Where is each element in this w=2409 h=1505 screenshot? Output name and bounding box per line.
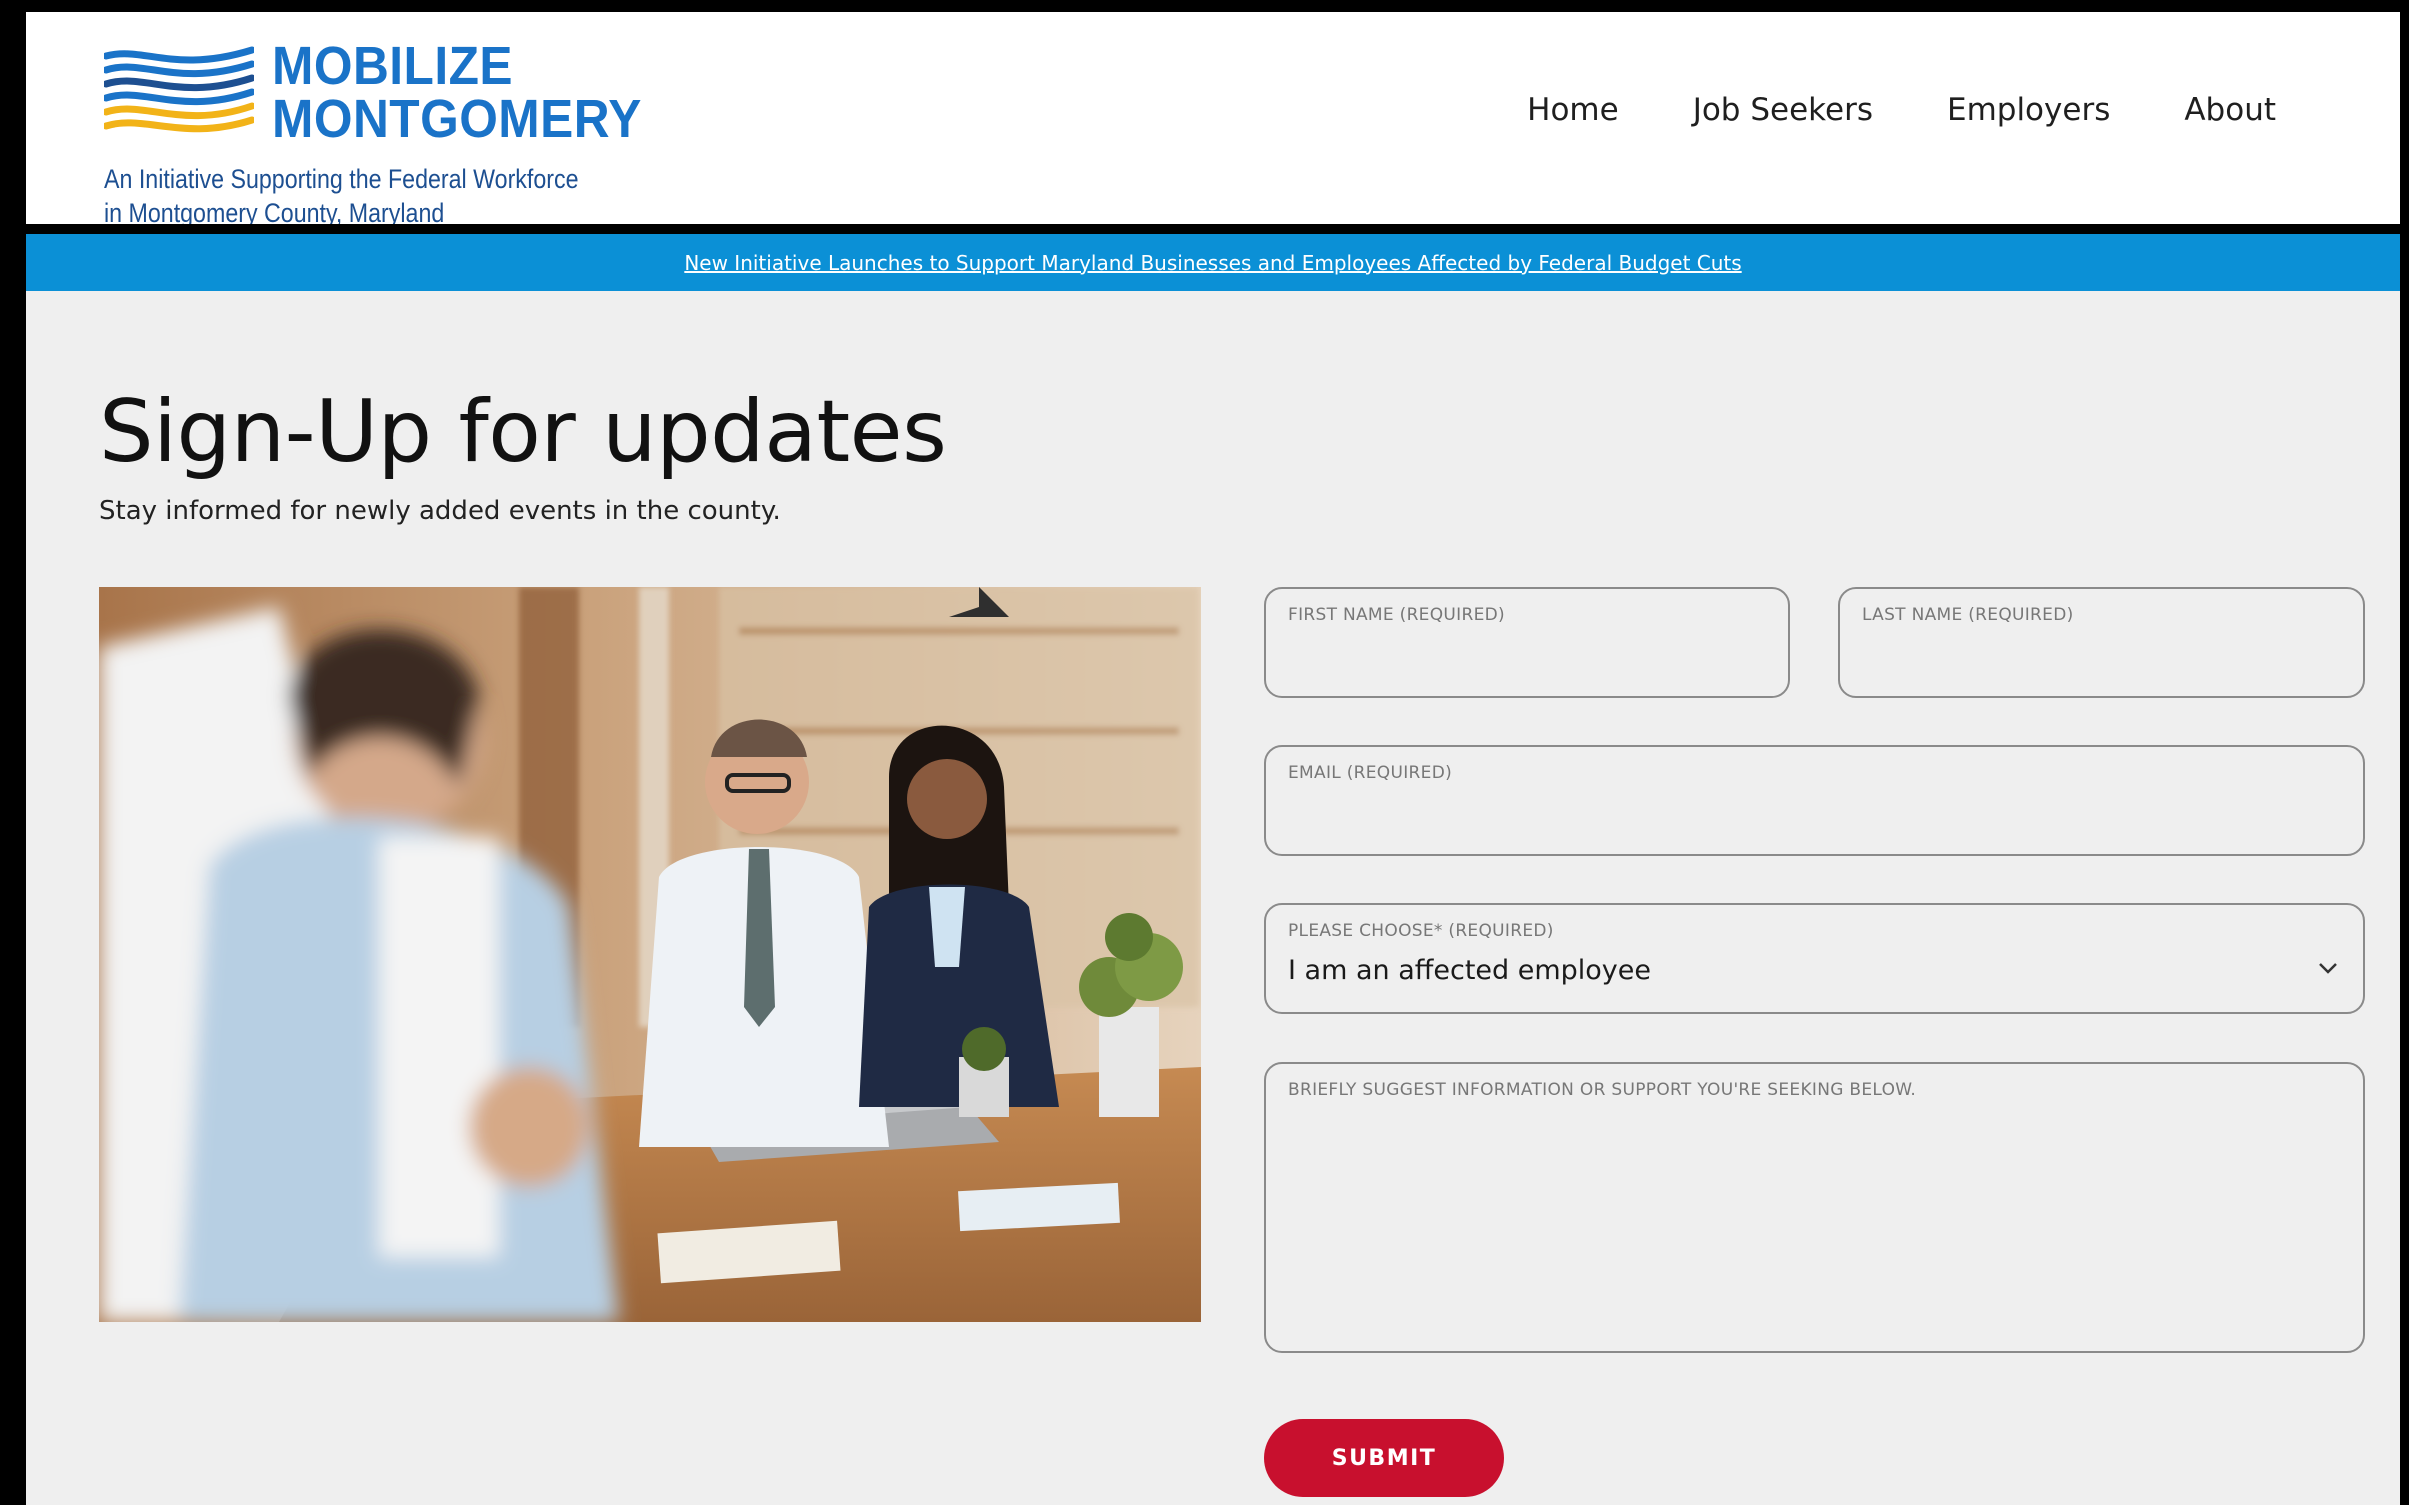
nav-item-job-seekers[interactable]: Job Seekers	[1693, 92, 1873, 128]
email-field[interactable]: EMAIL (REQUIRED)	[1264, 745, 2365, 856]
page-subtitle: Stay informed for newly added events in …	[99, 496, 781, 526]
first-name-field[interactable]: FIRST NAME (REQUIRED)	[1264, 587, 1790, 698]
first-name-label: FIRST NAME (REQUIRED)	[1288, 605, 1505, 625]
please-choose-select[interactable]: PLEASE CHOOSE* (REQUIRED) I am an affect…	[1264, 903, 2365, 1014]
announcement-link[interactable]: New Initiative Launches to Support Maryl…	[684, 251, 1741, 275]
nav-item-about[interactable]: About	[2184, 92, 2276, 128]
site-logo[interactable]: MOBILIZE MONTGOMERY An Initiative Suppor…	[104, 34, 684, 228]
nav-item-employers[interactable]: Employers	[1947, 92, 2110, 128]
nav-item-home[interactable]: Home	[1527, 92, 1619, 128]
site-header: MOBILIZE MONTGOMERY An Initiative Suppor…	[26, 12, 2400, 228]
waves-logo-icon	[104, 46, 254, 133]
logo-title: MOBILIZE MONTGOMERY	[272, 36, 642, 149]
message-textarea[interactable]: BRIEFLY SUGGEST INFORMATION OR SUPPORT Y…	[1264, 1062, 2365, 1353]
message-label: BRIEFLY SUGGEST INFORMATION OR SUPPORT Y…	[1288, 1080, 1917, 1100]
logo-title-line-1: MOBILIZE	[272, 36, 514, 96]
please-choose-label: PLEASE CHOOSE* (REQUIRED)	[1288, 921, 1554, 941]
photo-illustration	[99, 587, 1201, 1322]
last-name-field[interactable]: LAST NAME (REQUIRED)	[1838, 587, 2365, 698]
page-title: Sign-Up for updates	[99, 382, 947, 482]
page: MOBILIZE MONTGOMERY An Initiative Suppor…	[26, 12, 2400, 1505]
last-name-label: LAST NAME (REQUIRED)	[1862, 605, 2074, 625]
logo-tagline-line-1: An Initiative Supporting the Federal Wor…	[104, 164, 579, 194]
email-label: EMAIL (REQUIRED)	[1288, 763, 1453, 783]
page-frame: MOBILIZE MONTGOMERY An Initiative Suppor…	[0, 0, 2409, 1505]
header-divider	[26, 224, 2400, 234]
main-nav: Home Job Seekers Employers About	[1527, 92, 2276, 128]
chevron-down-icon	[2319, 963, 2337, 974]
announcement-bar: New Initiative Launches to Support Maryl…	[26, 234, 2400, 291]
submit-button[interactable]: SUBMIT	[1264, 1419, 1504, 1497]
please-choose-value: I am an affected employee	[1288, 955, 1652, 986]
logo-title-line-2: MONTGOMERY	[272, 89, 642, 149]
office-meeting-photo	[99, 587, 1201, 1322]
logo-tagline: An Initiative Supporting the Federal Wor…	[104, 162, 579, 230]
